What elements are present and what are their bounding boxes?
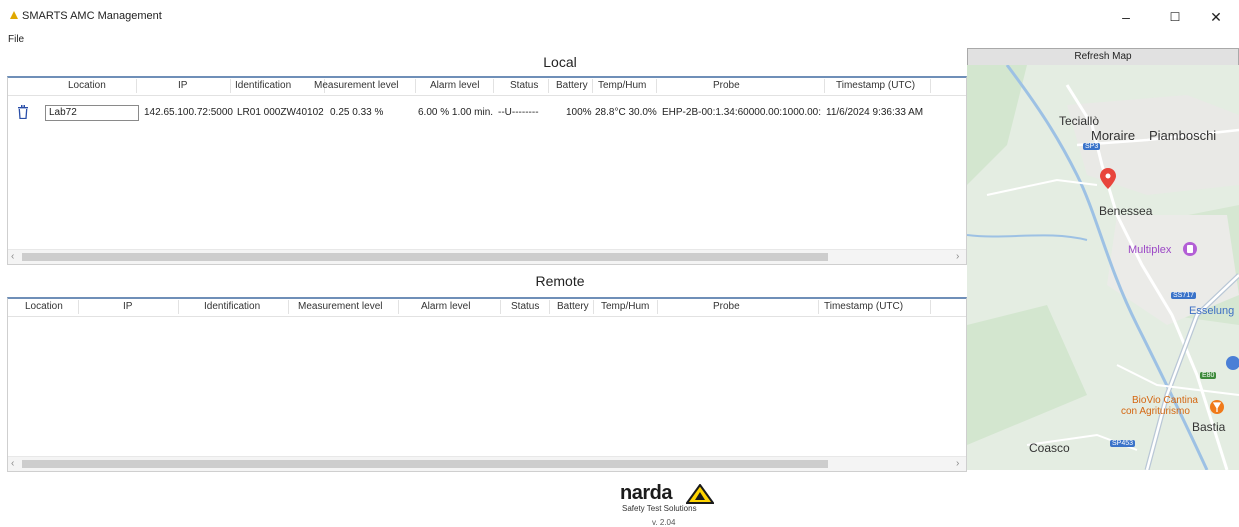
map-label-biovio-2: con Agriturismo xyxy=(1121,406,1190,417)
road-badge-ss717: SS717 xyxy=(1171,292,1197,299)
col-timestamp[interactable]: Timestamp (UTC) xyxy=(824,301,903,312)
col-ip[interactable]: IP xyxy=(178,80,187,91)
local-horizontal-scrollbar[interactable]: ‹ › xyxy=(8,249,966,264)
remote-horizontal-scrollbar[interactable]: ‹ › xyxy=(8,456,966,471)
map-label-coasco: Coasco xyxy=(1029,441,1070,455)
scroll-thumb[interactable] xyxy=(22,253,828,261)
scroll-right-icon[interactable]: › xyxy=(956,458,959,469)
menu-file[interactable]: File xyxy=(8,34,24,45)
col-probe[interactable]: Probe xyxy=(713,80,740,91)
local-table-header: Location IP Identification Measurement l… xyxy=(8,78,966,96)
map-label-benessea: Benessea xyxy=(1099,204,1153,218)
cell-alarm: 6.00 % 1.00 min. xyxy=(418,107,494,118)
scroll-thumb[interactable] xyxy=(22,460,828,468)
col-ip[interactable]: IP xyxy=(123,301,132,312)
col-probe[interactable]: Probe xyxy=(713,301,740,312)
col-battery[interactable]: Battery xyxy=(556,80,588,91)
minimize-button[interactable]: – xyxy=(1106,6,1146,28)
col-battery[interactable]: Battery xyxy=(557,301,589,312)
col-alarm-level[interactable]: Alarm level xyxy=(430,80,479,91)
trash-icon[interactable] xyxy=(18,105,28,119)
map-canvas[interactable] xyxy=(967,65,1239,470)
map-label-bastia: Bastia xyxy=(1192,420,1226,434)
table-row[interactable]: Lab72 142.65.100.72:5000 LR01 000ZW40102… xyxy=(8,104,966,122)
scroll-left-icon[interactable]: ‹ xyxy=(11,458,14,469)
col-timestamp[interactable]: Timestamp (UTC) xyxy=(836,80,915,91)
col-status[interactable]: Status xyxy=(510,80,538,91)
map-label-biovio-1: BioVio Cantina xyxy=(1132,395,1198,406)
map-label-piamboschi: Piamboschi xyxy=(1149,128,1217,143)
local-title: Local xyxy=(543,54,577,70)
close-button[interactable]: ✕ xyxy=(1196,6,1236,28)
cell-status: --U-------- xyxy=(498,107,539,118)
col-measurement-level[interactable]: Measurement level xyxy=(298,301,382,312)
location-field[interactable]: Lab72 xyxy=(45,105,139,121)
maximize-button[interactable]: ☐ xyxy=(1155,6,1195,28)
map-label-moraire: Moraire xyxy=(1091,128,1136,143)
cell-temp-hum: 28.8°C 30.0% xyxy=(595,107,657,118)
road-badge-sp453: SP453 xyxy=(1110,440,1136,447)
app-icon xyxy=(10,11,18,19)
cell-timestamp: 11/6/2024 9:36:33 AM xyxy=(826,107,924,118)
cell-probe: EHP-2B-00:1.34:60000.00:1000.00: xyxy=(662,107,822,118)
map-label-multiplex: Multiplex xyxy=(1128,244,1172,256)
col-temp-hum[interactable]: Temp/Hum xyxy=(598,80,646,91)
col-location[interactable]: Location xyxy=(68,80,106,91)
biovio-poi-icon[interactable] xyxy=(1210,400,1224,414)
col-alarm-level[interactable]: Alarm level xyxy=(421,301,470,312)
map-label-teciallo: Teciallò xyxy=(1059,114,1100,128)
cell-battery: 100% xyxy=(566,107,592,118)
narda-subtitle: Safety Test Solutions xyxy=(622,504,697,513)
col-identification[interactable]: Identification xyxy=(204,301,260,312)
road-badge-e80: E80 xyxy=(1200,372,1217,379)
remote-table-header: Location IP Identification Measurement l… xyxy=(8,299,966,317)
map-panel[interactable]: Refresh Map Teciallò Moraire Piamboschi … xyxy=(967,48,1239,470)
col-measurement-level[interactable]: Measurement level xyxy=(314,80,398,91)
scroll-right-icon[interactable]: › xyxy=(956,251,959,262)
cell-identification: LR01 000ZW40102 xyxy=(237,107,324,118)
map-label-esselunga: Esselung xyxy=(1189,305,1235,317)
col-location[interactable]: Location xyxy=(25,301,63,312)
multiplex-poi-icon[interactable] xyxy=(1183,242,1197,256)
window-title: SMARTS AMC Management xyxy=(22,10,162,22)
title-bar: SMARTS AMC Management – ☐ ✕ xyxy=(0,0,1239,34)
scroll-left-icon[interactable]: ‹ xyxy=(11,251,14,262)
col-temp-hum[interactable]: Temp/Hum xyxy=(601,301,649,312)
col-status[interactable]: Status xyxy=(511,301,539,312)
remote-title: Remote xyxy=(535,273,585,289)
refresh-map-button[interactable]: Refresh Map xyxy=(967,48,1239,66)
warning-triangle-icon xyxy=(686,484,714,504)
road-badge-sp3: SP3 xyxy=(1083,143,1101,150)
local-table: Location IP Identification Measurement l… xyxy=(7,76,967,265)
menu-bar: File xyxy=(0,34,1239,48)
col-identification[interactable]: Identification xyxy=(235,80,291,91)
remote-table: Location IP Identification Measurement l… xyxy=(7,297,967,472)
narda-logo: narda xyxy=(620,482,672,504)
cell-ip: 142.65.100.72:5000 xyxy=(144,107,233,118)
cell-measurement: 0.25 0.33 % xyxy=(330,107,384,118)
